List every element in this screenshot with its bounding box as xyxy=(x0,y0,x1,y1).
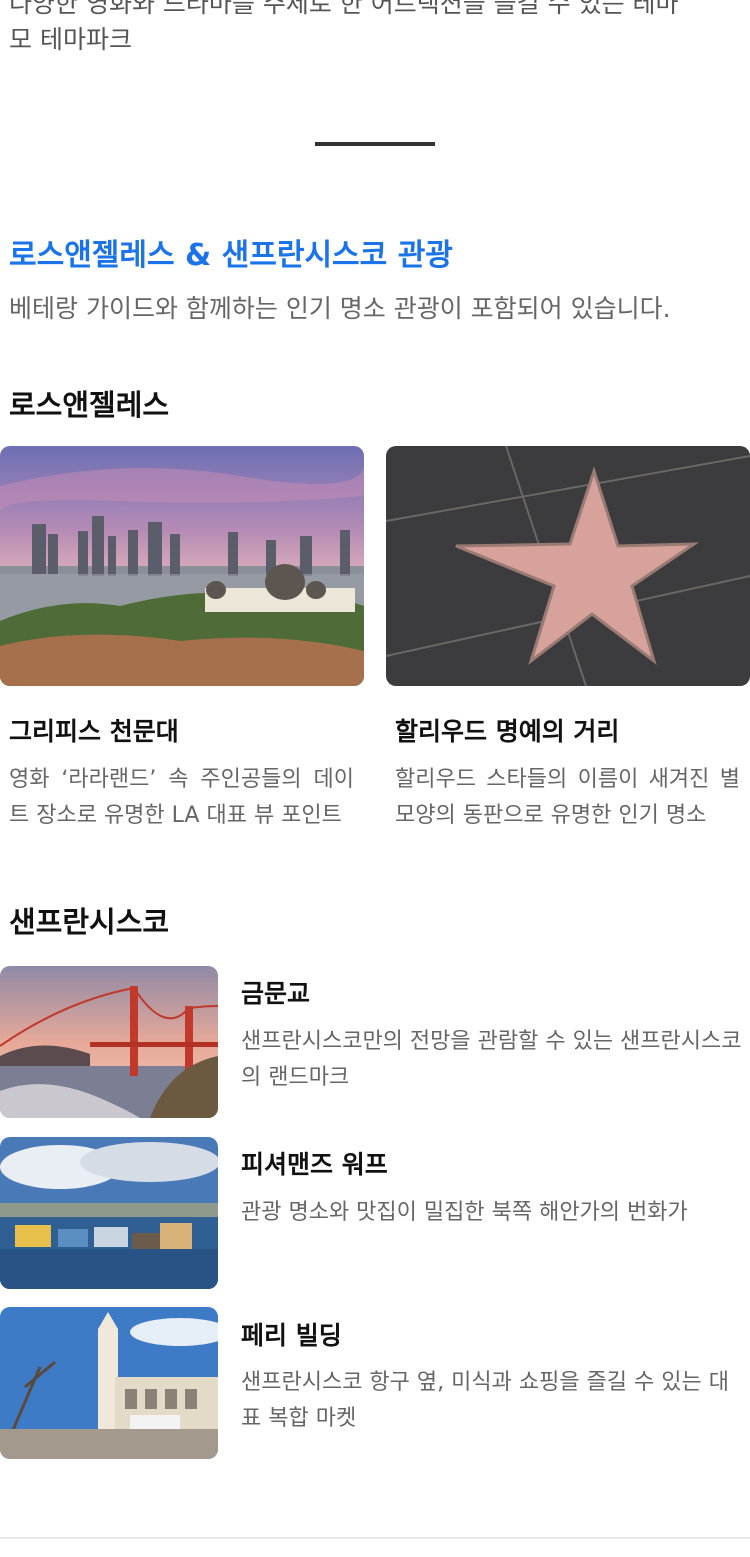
item-title-ferry-building: 페리 빌딩 xyxy=(241,1321,342,1350)
region-title-la: 로스앤젤레스 xyxy=(9,388,170,422)
ferry-building-image[interactable] xyxy=(0,1307,218,1459)
item-desc-fishermans-wharf: 관광 명소와 맛집이 밀집한 북쪽 해안가의 번화가 xyxy=(241,1200,688,1225)
intro-line-1: 다양한 영화와 드라마를 주제로 한 어트랙션을 즐길 수 있는 테마 xyxy=(9,0,679,18)
item-title-golden-gate: 금문교 xyxy=(241,979,311,1008)
bottom-divider xyxy=(0,1537,750,1539)
section-subtitle: 베테랑 가이드와 함께하는 인기 명소 관광이 포함되어 있습니다. xyxy=(9,294,671,323)
item-desc-ferry-building: 샌프란시스코 항구 옆, 미식과 쇼핑을 즐길 수 있는 대표 복합 마켓 xyxy=(241,1370,729,1431)
item-title-fishermans-wharf: 피셔맨즈 워프 xyxy=(241,1150,388,1179)
card-desc-walk-of-fame: 할리우드 스타들의 이름이 새겨진 별 모양의 동판으로 유명한 인기 명소 xyxy=(395,767,740,828)
intro-text: 다양한 영화와 드라마를 주제로 한 어트랙션을 즐길 수 있는 테마 모 테마… xyxy=(9,0,741,58)
card-title-griffith: 그리피스 천문대 xyxy=(9,717,179,746)
walk-of-fame-image[interactable] xyxy=(386,446,750,686)
fishermans-wharf-image[interactable] xyxy=(0,1137,218,1289)
item-desc-golden-gate: 샌프란시스코만의 전망을 관람할 수 있는 샌프란시스코의 랜드마크 xyxy=(241,1029,742,1090)
card-title-walk-of-fame: 할리우드 명예의 거리 xyxy=(395,717,620,746)
section-divider xyxy=(315,142,435,146)
golden-gate-image[interactable] xyxy=(0,966,218,1118)
section-title: 로스앤젤레스 & 샌프란시스코 관광 xyxy=(9,238,453,273)
griffith-observatory-image[interactable] xyxy=(0,446,364,686)
region-title-sf: 샌프란시스코 xyxy=(9,905,170,939)
card-desc-griffith: 영화 ‘라라랜드’ 속 주인공들의 데이트 장소로 유명한 LA 대표 뷰 포인… xyxy=(9,767,354,828)
intro-line-2: 모 테마파크 xyxy=(9,25,132,54)
